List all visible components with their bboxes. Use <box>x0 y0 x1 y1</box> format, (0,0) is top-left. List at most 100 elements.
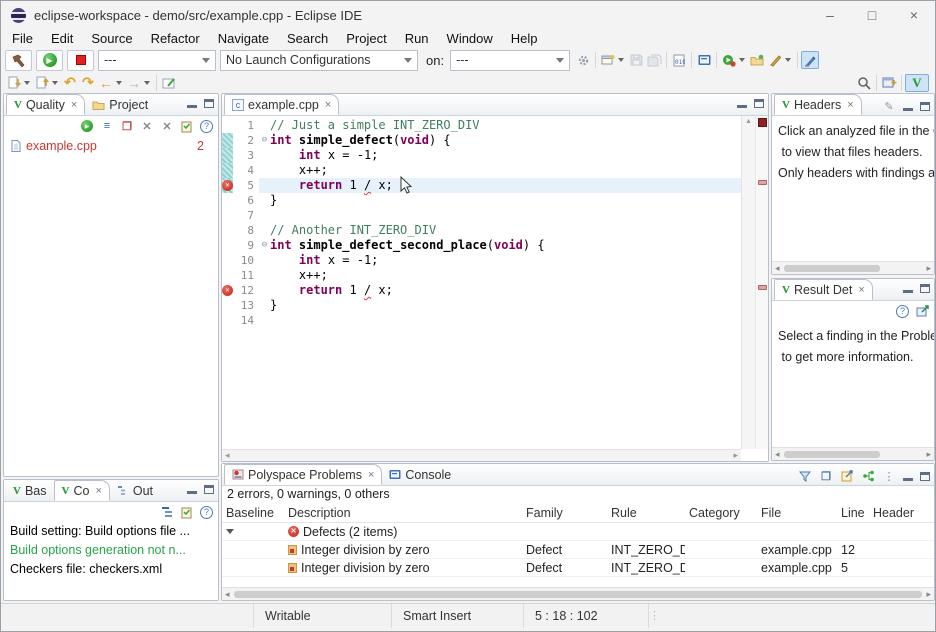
chevron-down-icon[interactable] <box>52 81 58 85</box>
maximize-panel-icon[interactable] <box>204 99 214 108</box>
menu-window[interactable]: Window <box>438 31 502 46</box>
maximize-panel-icon[interactable] <box>920 102 930 111</box>
open-element-icon[interactable] <box>748 51 766 69</box>
filter-icon[interactable] <box>798 469 812 483</box>
new-wizard-icon[interactable] <box>599 51 617 69</box>
previous-annotation-icon[interactable] <box>33 74 51 92</box>
horizontal-scrollbar[interactable]: ◂ ▸ <box>222 449 741 461</box>
chevron-down-icon[interactable] <box>144 81 150 85</box>
chevron-down-icon[interactable] <box>739 58 745 62</box>
code-area[interactable]: 1// Just a simple INT_ZERO_DIV2⊖int simp… <box>222 118 741 449</box>
column-header-baseline[interactable]: Baseline <box>222 506 284 520</box>
coverage-run-icon[interactable] <box>720 51 738 69</box>
clear-icon[interactable]: ✎ <box>882 99 896 113</box>
remove-all-results-icon[interactable]: ✕ <box>160 119 174 133</box>
column-header-family[interactable]: Family <box>522 506 607 520</box>
checklist-icon[interactable] <box>180 119 194 133</box>
minimize-panel-icon[interactable] <box>903 472 913 481</box>
vertical-scrollbar[interactable]: ▲ <box>741 116 755 449</box>
next-annotation-icon[interactable] <box>5 74 23 92</box>
scroll-left-icon[interactable]: ◂ <box>775 263 780 274</box>
close-icon[interactable]: × <box>95 485 101 497</box>
tree-list-icon[interactable] <box>160 505 174 519</box>
maximize-panel-icon[interactable] <box>920 472 930 481</box>
menu-navigate[interactable]: Navigate <box>209 31 278 46</box>
scroll-up-icon[interactable]: ▲ <box>745 118 752 125</box>
help-icon[interactable]: ? <box>896 305 909 318</box>
tab-out[interactable]: Out <box>110 480 160 501</box>
close-icon[interactable]: × <box>368 469 374 481</box>
code-analysis-icon[interactable] <box>766 51 784 69</box>
console-icon[interactable] <box>695 51 713 69</box>
launch-mode-select[interactable]: No Launch Configurations <box>220 50 418 71</box>
chevron-down-icon[interactable] <box>24 81 30 85</box>
close-icon[interactable]: × <box>858 284 864 296</box>
horizontal-scrollbar[interactable]: ◂ ▸ <box>772 261 934 274</box>
scroll-left-icon[interactable]: ◂ <box>225 450 230 461</box>
minimize-panel-icon[interactable] <box>903 284 913 293</box>
fold-collapse-icon[interactable]: ⊖ <box>259 238 270 253</box>
column-header-description[interactable]: Description <box>284 506 522 520</box>
checklist-icon[interactable] <box>180 505 194 519</box>
tab-console[interactable]: Console <box>382 464 458 485</box>
column-header-header[interactable]: Header <box>869 506 935 520</box>
tab-example-cpp[interactable]: cexample.cpp× <box>224 94 339 115</box>
scroll-right-icon[interactable]: ▸ <box>926 263 931 274</box>
column-header-rule[interactable]: Rule <box>607 506 685 520</box>
problem-group-row[interactable]: ✕Defects (2 items) <box>222 523 934 541</box>
pin-view-icon[interactable] <box>915 304 929 318</box>
save-icon[interactable] <box>627 51 645 69</box>
maximize-panel-icon[interactable] <box>204 485 214 494</box>
scroll-left-icon[interactable]: ◂ <box>225 589 230 600</box>
close-icon[interactable]: × <box>71 99 77 111</box>
tab-bas[interactable]: VBas <box>6 480 54 501</box>
last-edit-back-icon[interactable]: ↶ <box>61 74 79 92</box>
group-by-icon[interactable]: ❐ <box>819 469 833 483</box>
help-icon[interactable]: ? <box>200 506 213 519</box>
tab-co[interactable]: VCo× <box>54 480 110 501</box>
menu-run[interactable]: Run <box>396 31 438 46</box>
fold-collapse-icon[interactable]: ⊖ <box>259 133 270 148</box>
tab-result-det[interactable]: VResult Det× <box>774 279 873 300</box>
stop-button[interactable] <box>67 50 94 71</box>
chevron-down-icon[interactable] <box>785 58 791 62</box>
scroll-right-icon[interactable]: ▸ <box>733 450 738 461</box>
search-icon[interactable] <box>855 74 873 92</box>
save-all-icon[interactable] <box>645 51 663 69</box>
problem-row[interactable]: Integer division by zeroDefectINT_ZERO_D… <box>222 541 934 559</box>
scroll-right-icon[interactable]: ▸ <box>926 449 931 460</box>
window-close-button[interactable]: × <box>893 1 935 29</box>
window-minimize-button[interactable]: – <box>809 1 851 29</box>
menu-file[interactable]: File <box>3 31 42 46</box>
forward-history-icon[interactable]: → <box>125 74 143 92</box>
horizontal-scrollbar[interactable]: ◂ ▸ <box>222 587 934 600</box>
error-mark-line5[interactable] <box>758 180 767 185</box>
open-report-icon[interactable] <box>840 469 854 483</box>
link-with-editor-icon[interactable] <box>160 74 178 92</box>
menu-project[interactable]: Project <box>337 31 395 46</box>
menu-help[interactable]: Help <box>502 31 547 46</box>
run-analysis-icon[interactable]: ▶ <box>80 119 94 133</box>
tab-quality[interactable]: VQuality× <box>6 94 85 115</box>
tab-project[interactable]: Project <box>85 94 155 115</box>
scroll-left-icon[interactable]: ◂ <box>775 449 780 460</box>
help-icon[interactable]: ? <box>200 120 213 133</box>
close-icon[interactable]: × <box>847 99 853 111</box>
menu-source[interactable]: Source <box>82 31 141 46</box>
column-header-line[interactable]: Line <box>837 506 869 520</box>
expand-chevron-icon[interactable] <box>226 529 234 534</box>
minimize-panel-icon[interactable] <box>737 99 747 108</box>
binary-file-icon[interactable]: 010 <box>670 51 688 69</box>
column-header-file[interactable]: File <box>757 506 837 520</box>
tree-mode-icon[interactable] <box>861 469 875 483</box>
tab-polyspace-problems[interactable]: Polyspace Problems× <box>224 464 382 485</box>
run-button[interactable]: ▶ <box>36 50 63 71</box>
marker-highlight-toggle[interactable] <box>801 51 819 69</box>
minimize-panel-icon[interactable] <box>903 102 913 111</box>
overview-ruler[interactable] <box>755 116 768 449</box>
chevron-down-icon[interactable] <box>618 58 624 62</box>
remove-result-icon[interactable]: ✕ <box>140 119 154 133</box>
stacked-results-icon[interactable]: ❐ <box>120 119 134 133</box>
launch-target-select[interactable]: --- <box>450 50 570 71</box>
menu-search[interactable]: Search <box>278 31 337 46</box>
